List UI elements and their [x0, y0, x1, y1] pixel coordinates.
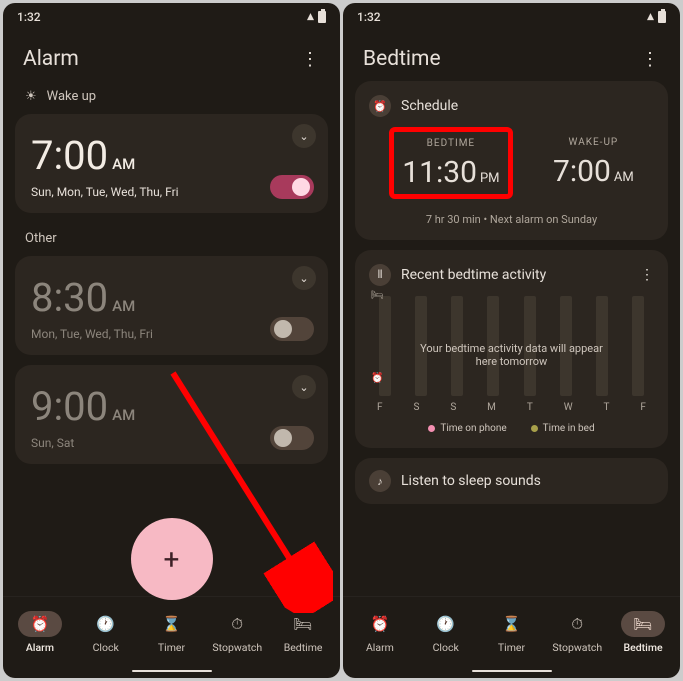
- nav-clock[interactable]: 🕐Clock: [73, 611, 139, 654]
- wifi-icon: [307, 9, 314, 25]
- wifi-icon: [647, 9, 654, 25]
- bottom-nav: ⏰Alarm 🕐Clock ⌛Timer ⏱Stopwatch 🛏Bedtime: [3, 596, 340, 664]
- header: Bedtime ⋮: [343, 31, 680, 81]
- alarm-icon: ⏰: [358, 611, 402, 637]
- page-title: Alarm: [23, 47, 79, 71]
- nav-bedtime[interactable]: 🛏Bedtime: [610, 611, 676, 654]
- activity-card: ⫴ Recent bedtime activity ⋮ 🛏⏰ Your bedt…: [355, 250, 668, 448]
- chevron-down-icon[interactable]: ⌄: [292, 375, 316, 399]
- alarm-card[interactable]: ⌄ 8:30 AM Mon, Tue, Wed, Thu, Fri: [15, 256, 328, 355]
- hourglass-icon: ⌛: [149, 611, 193, 637]
- section-other: Other: [15, 223, 328, 256]
- nav-timer[interactable]: ⌛Timer: [139, 611, 205, 654]
- chart-icon: ⫴: [369, 264, 391, 286]
- alarm-card[interactable]: ⌄ 7:00 AM Sun, Mon, Tue, Wed, Thu, Fri: [15, 114, 328, 213]
- sleep-sounds-card[interactable]: ♪ Listen to sleep sounds: [355, 458, 668, 504]
- home-indicator[interactable]: [3, 664, 340, 678]
- status-time: 1:32: [17, 10, 41, 24]
- clock-icon: 🕐: [424, 611, 468, 637]
- legend-dot-phone: [428, 425, 435, 432]
- menu-icon[interactable]: ⋮: [640, 267, 654, 283]
- alarm-time[interactable]: 9:00: [31, 383, 108, 430]
- battery-icon: [658, 11, 666, 23]
- chevron-down-icon[interactable]: ⌄: [292, 266, 316, 290]
- stopwatch-icon: ⏱: [555, 611, 599, 637]
- status-bar: 1:32: [3, 3, 340, 31]
- schedule-card: ⏰ Schedule BEDTIME 11:30 PM WAKE-UP 7:00…: [355, 81, 668, 240]
- alarm-icon: ⏰: [18, 611, 62, 637]
- sun-icon: ☀: [25, 89, 37, 104]
- schedule-info: 7 hr 30 min • Next alarm on Sunday: [369, 213, 654, 226]
- alarm-time[interactable]: 7:00: [31, 132, 108, 179]
- stopwatch-icon: ⏱: [215, 611, 259, 637]
- bedtime-time-highlighted[interactable]: BEDTIME 11:30 PM: [389, 127, 512, 199]
- activity-chart: 🛏⏰ Your bedtime activity data will appea…: [375, 296, 648, 413]
- alarm-screen: 1:32 Alarm ⋮ ☀ Wake up ⌄ 7:00 AM Sun, Mo…: [3, 3, 340, 678]
- add-alarm-button[interactable]: +: [131, 518, 213, 600]
- chevron-down-icon[interactable]: ⌄: [292, 124, 316, 148]
- bottom-nav: ⏰Alarm 🕐Clock ⌛Timer ⏱Stopwatch 🛏Bedtime: [343, 596, 680, 664]
- alarm-toggle[interactable]: [270, 317, 314, 341]
- wakeup-time[interactable]: WAKE-UP 7:00 AM: [553, 137, 634, 189]
- home-indicator[interactable]: [343, 664, 680, 678]
- header: Alarm ⋮: [3, 31, 340, 81]
- menu-icon[interactable]: ⋮: [301, 49, 320, 70]
- status-bar: 1:32: [343, 3, 680, 31]
- alarm-toggle[interactable]: [270, 175, 314, 199]
- hourglass-icon: ⌛: [489, 611, 533, 637]
- battery-icon: [318, 11, 326, 23]
- nav-bedtime[interactable]: 🛏Bedtime: [270, 611, 336, 654]
- section-wakeup: ☀ Wake up: [15, 81, 328, 114]
- alarm-time[interactable]: 8:30: [31, 274, 108, 321]
- alarm-toggle[interactable]: [270, 426, 314, 450]
- nav-timer[interactable]: ⌛Timer: [479, 611, 545, 654]
- nav-alarm[interactable]: ⏰Alarm: [347, 611, 413, 654]
- music-icon: ♪: [369, 470, 391, 492]
- chart-legend: Time on phone Time in bed: [369, 423, 654, 434]
- nav-stopwatch[interactable]: ⏱Stopwatch: [544, 611, 610, 654]
- chart-empty-message: Your bedtime activity data will appear h…: [375, 296, 648, 413]
- legend-dot-bed: [531, 425, 538, 432]
- page-title: Bedtime: [363, 47, 441, 71]
- nav-clock[interactable]: 🕐Clock: [413, 611, 479, 654]
- status-time: 1:32: [357, 10, 381, 24]
- bedtime-screen: 1:32 Bedtime ⋮ ⏰ Schedule BEDTIME 11:30 …: [343, 3, 680, 678]
- nav-stopwatch[interactable]: ⏱Stopwatch: [204, 611, 270, 654]
- alarm-card[interactable]: ⌄ 9:00 AM Sun, Sat: [15, 365, 328, 464]
- alarm-icon: ⏰: [369, 95, 391, 117]
- bed-icon: 🛏: [281, 611, 325, 637]
- menu-icon[interactable]: ⋮: [641, 49, 660, 70]
- nav-alarm[interactable]: ⏰Alarm: [7, 611, 73, 654]
- clock-icon: 🕐: [84, 611, 128, 637]
- bed-icon: 🛏: [621, 611, 665, 637]
